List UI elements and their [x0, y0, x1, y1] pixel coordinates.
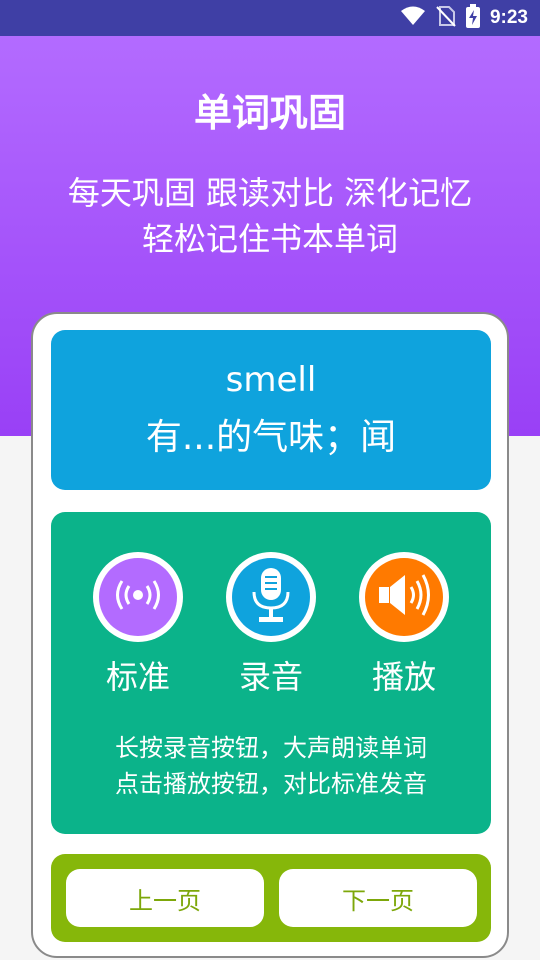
- status-bar: 9:23: [0, 0, 540, 36]
- broadcast-icon: [108, 575, 168, 619]
- standard-button-face: [99, 558, 177, 636]
- record-button[interactable]: 录音: [226, 552, 316, 698]
- practice-panel: 标准 录音 播放 长按录音按钮，大声朗读单词 点击播放按钮，对比标准发音: [51, 512, 491, 834]
- page-title: 单词巩固: [193, 91, 346, 135]
- page-nav-panel: 上一页 下一页: [51, 854, 491, 942]
- subtitle-line-1: 每天巩固 跟读对比 深化记忆: [67, 174, 473, 212]
- record-button-ring: [226, 552, 316, 642]
- battery-charging-icon: [465, 4, 480, 32]
- standard-pronunciation-button[interactable]: 标准: [93, 552, 183, 698]
- status-icons: 9:23: [400, 0, 528, 36]
- main-card: smell 有...的气味；闻 标准 录音 播放 长按录音按钮，大声朗读单词 点…: [31, 312, 509, 958]
- word-meaning: 有...的气味；闻: [145, 417, 397, 458]
- speaker-icon: [375, 571, 433, 623]
- next-page-button[interactable]: 下一页: [279, 869, 477, 927]
- play-button[interactable]: 播放: [359, 552, 449, 698]
- previous-page-button[interactable]: 上一页: [66, 869, 264, 927]
- record-button-face: [232, 558, 310, 636]
- wifi-icon: [400, 6, 426, 30]
- microphone-icon: [249, 566, 293, 628]
- play-button-face: [365, 558, 443, 636]
- word-panel: smell 有...的气味；闻: [51, 330, 491, 490]
- hint-line-1: 长按录音按钮，大声朗读单词: [115, 734, 427, 762]
- play-button-ring: [359, 552, 449, 642]
- hint-line-2: 点击播放按钮，对比标准发音: [115, 770, 427, 798]
- play-button-label: 播放: [371, 658, 436, 696]
- no-sim-icon: [436, 5, 456, 31]
- status-time: 9:23: [489, 7, 528, 28]
- standard-button-label: 标准: [105, 658, 170, 696]
- subtitle-line-2: 轻松记住书本单词: [141, 220, 398, 258]
- record-button-label: 录音: [238, 658, 303, 696]
- standard-button-ring: [93, 552, 183, 642]
- word-text: smell: [225, 360, 317, 400]
